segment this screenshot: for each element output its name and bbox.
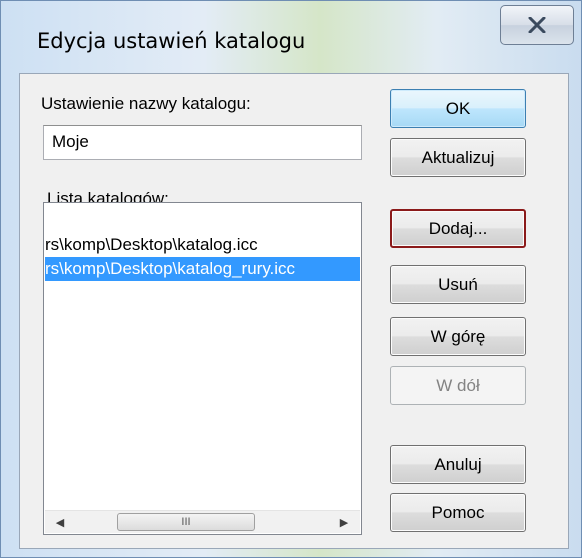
close-icon bbox=[528, 17, 546, 33]
list-item[interactable]: rs\komp\Desktop\katalog.icc bbox=[45, 233, 360, 257]
list-item-selected[interactable]: rs\komp\Desktop\katalog_rury.icc bbox=[45, 257, 360, 281]
cancel-button[interactable]: Anuluj bbox=[390, 445, 526, 484]
help-button[interactable]: Pomoc bbox=[390, 493, 526, 532]
horizontal-scrollbar[interactable]: ◀ III ▶ bbox=[45, 510, 360, 533]
close-button[interactable] bbox=[500, 5, 574, 45]
window-title: Edycja ustawień katalogu bbox=[37, 29, 306, 53]
update-button[interactable]: Aktualizuj bbox=[390, 138, 526, 177]
name-label: Ustawienie nazwy katalogu: bbox=[41, 94, 251, 113]
catalog-list[interactable]: rs\komp\Desktop\katalog.icc rs\komp\Desk… bbox=[43, 202, 362, 535]
add-button[interactable]: Dodaj... bbox=[390, 209, 526, 248]
dialog-window: Edycja ustawień katalogu Ustawienie nazw… bbox=[0, 0, 582, 558]
remove-button[interactable]: Usuń bbox=[390, 265, 526, 304]
move-down-button[interactable]: W dół bbox=[390, 366, 526, 405]
move-up-button[interactable]: W górę bbox=[390, 317, 526, 356]
scroll-left-icon[interactable]: ◀ bbox=[49, 511, 71, 533]
grip-icon: III bbox=[181, 516, 191, 528]
scroll-right-icon[interactable]: ▶ bbox=[333, 511, 355, 533]
dialog-body: Ustawienie nazwy katalogu: Moje Lista ka… bbox=[19, 73, 569, 549]
title-bar[interactable]: Edycja ustawień katalogu bbox=[1, 1, 582, 73]
scroll-thumb[interactable]: III bbox=[117, 513, 255, 531]
ok-button[interactable]: OK bbox=[390, 89, 526, 128]
catalog-name-input[interactable]: Moje bbox=[43, 125, 362, 160]
